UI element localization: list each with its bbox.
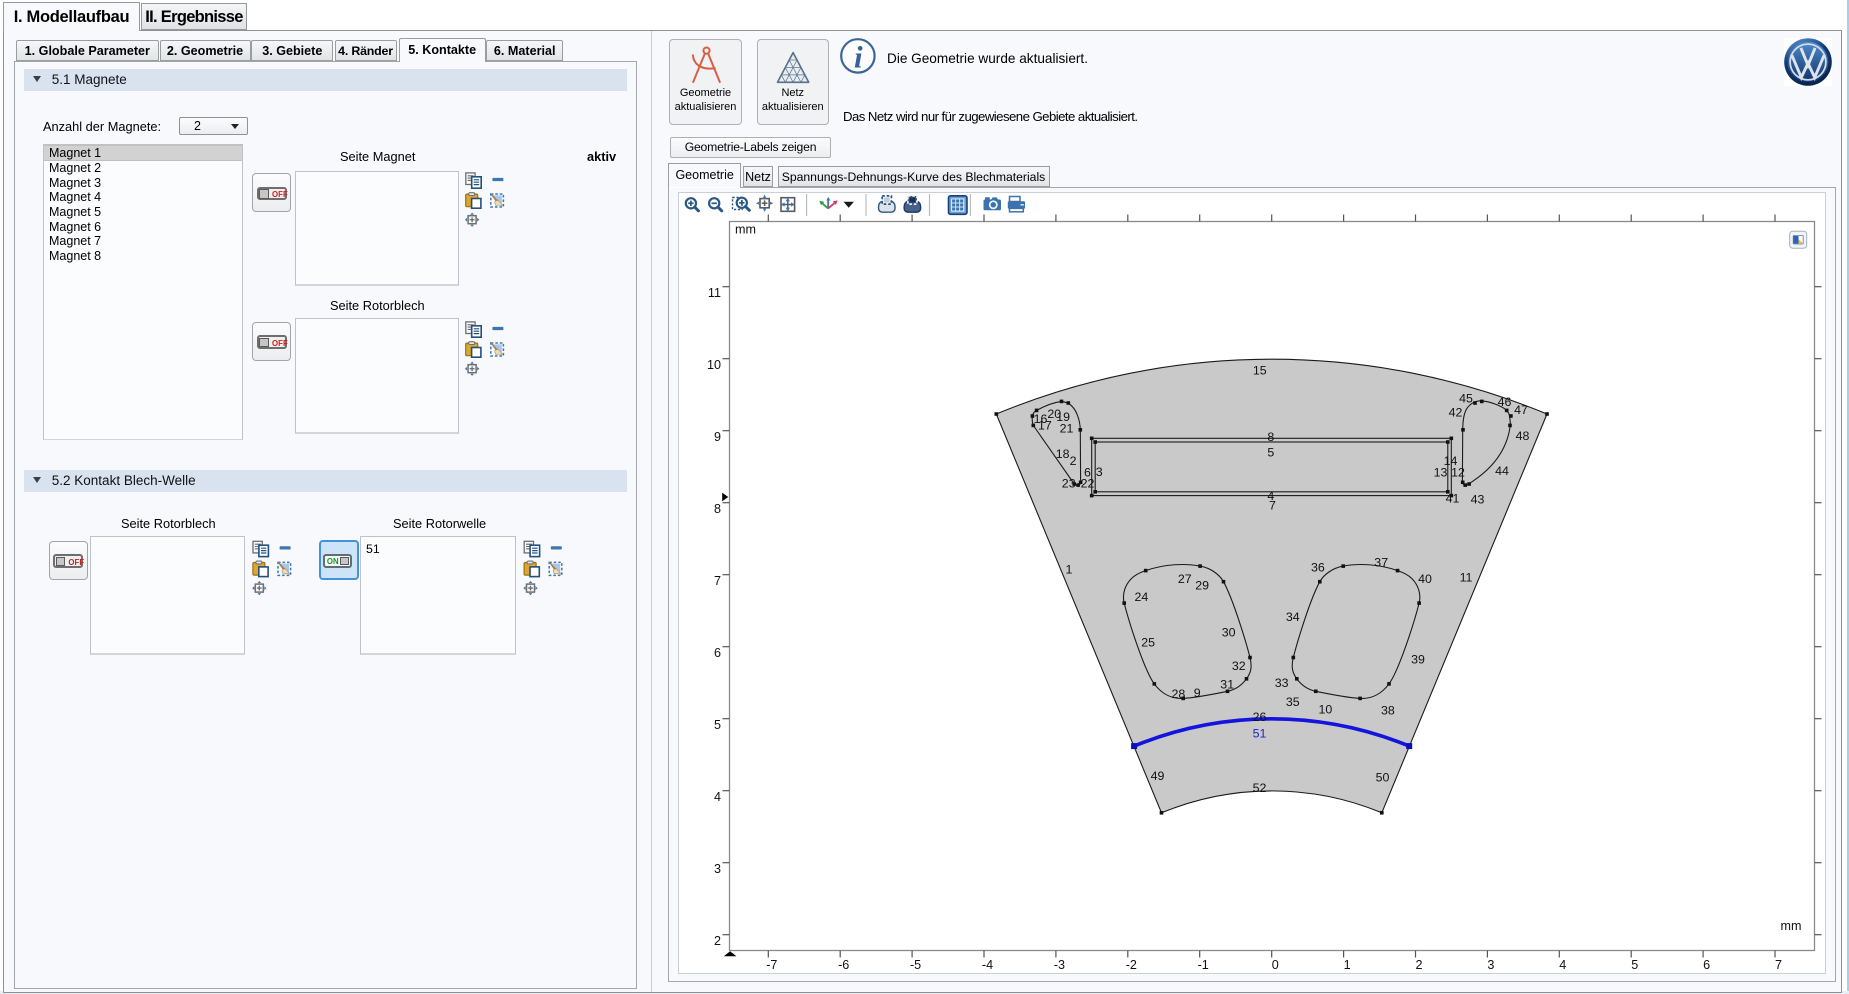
svg-text:-3: -3 (1054, 958, 1065, 972)
svg-text:27: 27 (1178, 572, 1192, 586)
svg-text:29: 29 (1195, 579, 1209, 593)
svg-text:39: 39 (1411, 653, 1425, 667)
svg-text:3: 3 (1096, 465, 1103, 479)
svg-text:41: 41 (1446, 492, 1460, 506)
svg-text:49: 49 (1151, 769, 1165, 783)
svg-text:-6: -6 (838, 958, 849, 972)
svg-text:43: 43 (1471, 493, 1485, 507)
svg-text:3: 3 (714, 862, 721, 876)
svg-text:-2: -2 (1126, 958, 1137, 972)
svg-text:18: 18 (1056, 447, 1070, 461)
svg-text:32: 32 (1232, 659, 1246, 673)
svg-text:34: 34 (1286, 610, 1300, 624)
svg-text:9: 9 (714, 430, 721, 444)
svg-text:-5: -5 (910, 958, 921, 972)
svg-text:38: 38 (1381, 703, 1395, 717)
svg-text:40: 40 (1418, 572, 1432, 586)
svg-text:6: 6 (714, 646, 721, 660)
svg-text:7: 7 (1269, 499, 1276, 513)
svg-text:i: i (854, 40, 863, 75)
svg-text:8: 8 (714, 502, 721, 516)
svg-text:mm: mm (1781, 919, 1802, 933)
svg-text:10: 10 (707, 358, 721, 372)
svg-text:11: 11 (1460, 571, 1473, 585)
svg-text:4: 4 (714, 790, 721, 804)
svg-text:46: 46 (1498, 395, 1512, 409)
svg-text:1: 1 (1344, 958, 1351, 972)
svg-text:2: 2 (714, 934, 721, 948)
svg-text:6: 6 (1084, 465, 1091, 479)
svg-text:4: 4 (1559, 958, 1566, 972)
svg-text:-4: -4 (982, 958, 993, 972)
svg-text:21: 21 (1060, 422, 1074, 436)
svg-text:7: 7 (714, 574, 721, 588)
svg-text:24: 24 (1135, 590, 1149, 604)
svg-text:42: 42 (1449, 406, 1463, 420)
svg-text:5: 5 (1267, 446, 1274, 460)
svg-text:51: 51 (1253, 727, 1267, 741)
svg-text:25: 25 (1141, 636, 1155, 650)
svg-text:35: 35 (1286, 695, 1300, 709)
svg-text:47: 47 (1514, 403, 1528, 417)
svg-text:33: 33 (1275, 676, 1289, 690)
svg-text:23: 23 (1062, 477, 1076, 491)
svg-text:30: 30 (1222, 626, 1236, 640)
svg-text:48: 48 (1516, 429, 1530, 443)
svg-text:36: 36 (1311, 561, 1325, 575)
svg-text:2: 2 (1415, 958, 1422, 972)
svg-text:37: 37 (1374, 556, 1388, 570)
svg-text:3: 3 (1487, 958, 1494, 972)
svg-text:-7: -7 (766, 958, 777, 972)
svg-text:44: 44 (1495, 464, 1509, 478)
svg-text:0: 0 (1272, 958, 1279, 972)
svg-text:12: 12 (1451, 466, 1465, 480)
svg-text:26: 26 (1253, 710, 1267, 724)
svg-text:8: 8 (1267, 430, 1274, 444)
svg-text:6: 6 (1703, 958, 1710, 972)
svg-text:52: 52 (1253, 781, 1267, 795)
svg-text:5: 5 (714, 718, 721, 732)
svg-text:11: 11 (708, 286, 721, 300)
svg-text:-1: -1 (1198, 958, 1209, 972)
svg-text:1: 1 (1066, 563, 1073, 577)
svg-text:17: 17 (1038, 418, 1052, 432)
svg-text:10: 10 (1319, 703, 1333, 717)
svg-text:28: 28 (1172, 687, 1186, 701)
svg-text:2: 2 (1070, 454, 1077, 468)
svg-text:31: 31 (1220, 678, 1234, 692)
svg-text:5: 5 (1631, 958, 1638, 972)
svg-text:7: 7 (1775, 958, 1782, 972)
svg-text:9: 9 (1194, 686, 1201, 700)
svg-text:13: 13 (1434, 466, 1448, 480)
svg-text:mm: mm (735, 223, 756, 237)
svg-text:45: 45 (1459, 392, 1473, 406)
svg-text:15: 15 (1253, 364, 1267, 378)
svg-text:50: 50 (1376, 771, 1390, 785)
